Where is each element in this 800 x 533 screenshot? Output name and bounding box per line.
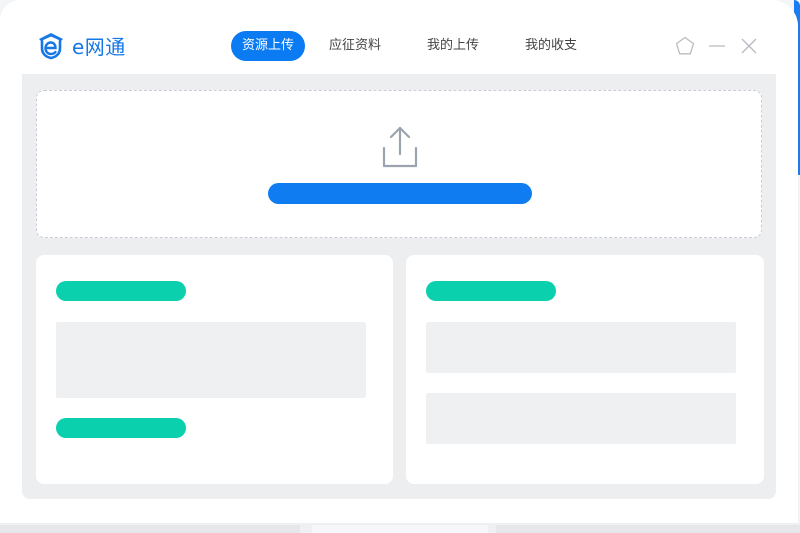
upload-drop-zone[interactable] [36, 90, 762, 238]
window-controls [674, 35, 760, 57]
info-card-right [406, 255, 764, 484]
upload-button-placeholder[interactable] [268, 183, 532, 204]
app-logo-text: e网通 [72, 34, 126, 59]
tab-application-materials[interactable]: 应征资料 [321, 31, 389, 61]
pentagon-icon[interactable] [674, 35, 696, 57]
tab-my-income-expense[interactable]: 我的收支 [517, 31, 585, 61]
main-window: e网通 资源上传 应征资料 我的上传 我的收支 [0, 0, 798, 523]
tab-my-uploads[interactable]: 我的上传 [419, 31, 487, 61]
close-icon[interactable] [738, 35, 760, 57]
app-logo: e网通 [36, 29, 126, 61]
shield-e-logo-icon [39, 33, 63, 60]
section-label-placeholder [56, 281, 186, 301]
content-block-placeholder [426, 393, 736, 444]
background-segment [312, 525, 488, 533]
main-nav-tabs: 资源上传 应征资料 我的上传 我的收支 [231, 31, 615, 61]
app-screen: e网通 资源上传 应征资料 我的上传 我的收支 [0, 0, 800, 533]
title-bar[interactable]: e网通 资源上传 应征资料 我的上传 我的收支 [0, 0, 798, 74]
content-area [22, 74, 776, 499]
minimize-icon[interactable] [706, 35, 728, 57]
tab-resource-upload[interactable]: 资源上传 [231, 31, 306, 61]
background-taskbar-strip [0, 523, 800, 533]
section-label-placeholder [426, 281, 556, 301]
info-card-left [36, 255, 393, 484]
content-block-placeholder [56, 322, 366, 398]
content-block-placeholder [426, 322, 736, 373]
section-label-placeholder [56, 418, 186, 438]
background-segment [0, 525, 300, 533]
background-segment [496, 525, 800, 533]
upload-icon [382, 126, 418, 168]
